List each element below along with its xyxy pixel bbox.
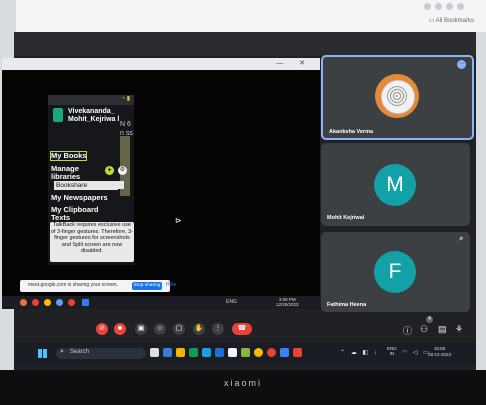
captions-button[interactable]: ▣: [135, 323, 147, 335]
mouse-cursor-icon: ⊳: [175, 216, 182, 225]
stop-sharing-button[interactable]: Stop sharing: [132, 282, 162, 290]
app-icon[interactable]: [293, 348, 302, 357]
emoji-button[interactable]: ☺: [154, 323, 166, 335]
menu-item-my-books[interactable]: My Books: [49, 151, 88, 161]
share-banner-text: meet.google.com is sharing your screen.: [28, 282, 119, 288]
app-icon[interactable]: [267, 348, 276, 357]
taskbar-clock[interactable]: 15:58 28-12-2023: [428, 346, 451, 357]
store-icon[interactable]: [215, 348, 224, 357]
phone-status-icons: ◔ ▮: [121, 96, 130, 102]
talkback-toast: TalkBack requires exclusive use of 3-fin…: [50, 222, 134, 262]
library-dropdown[interactable]: Bookshare: [54, 181, 118, 190]
app-icon[interactable]: [189, 348, 198, 357]
menu-item-my-clipboard-texts[interactable]: My Clipboard Texts: [51, 206, 101, 222]
hide-banner-link[interactable]: Hide: [166, 282, 176, 288]
search-placeholder: Search: [70, 349, 90, 355]
app-icon[interactable]: [228, 348, 237, 357]
language-indicator[interactable]: ENG IN: [387, 346, 397, 356]
phone-status-bar: ◔ ▮: [48, 95, 134, 105]
settings-icon[interactable]: ⚙: [118, 166, 127, 175]
document-icon: [118, 181, 124, 189]
laptop-brand-logo: xiaomi: [223, 378, 262, 388]
avatar-photo: [375, 74, 419, 118]
windows-start-icon[interactable]: [38, 349, 47, 358]
app-icon[interactable]: [32, 299, 39, 306]
more-button[interactable]: ⋮: [212, 323, 224, 335]
file-explorer-icon[interactable]: [176, 348, 185, 357]
menu-item-manage-libraries[interactable]: Manage libraries: [51, 165, 97, 181]
browser-profile-icons: [424, 3, 464, 10]
shared-window-titlebar: — ✕: [2, 58, 320, 70]
participant-name: Akanksha Verma: [329, 129, 374, 135]
shared-system-tray: ENG: [226, 299, 237, 305]
app-icon[interactable]: [68, 299, 75, 306]
meet-icon[interactable]: [82, 299, 89, 306]
window-controls[interactable]: — ✕: [276, 59, 312, 67]
leave-call-button[interactable]: ☎: [232, 323, 252, 335]
shared-clock: 3:58 PM 12/28/2023: [276, 297, 299, 307]
app-logo-icon: [53, 108, 63, 122]
user-name: Vivekananda_ Mohit_Kejriwa l: [68, 108, 120, 123]
edge-icon[interactable]: [202, 348, 211, 357]
participant-count-badge: 4: [426, 316, 433, 323]
mic-off-button[interactable]: ⊘: [96, 323, 108, 335]
activities-icon[interactable]: ⚘: [455, 324, 463, 335]
taskbar-search-input[interactable]: ⌕ Search: [56, 348, 146, 359]
people-icon[interactable]: ⚇: [420, 324, 428, 335]
search-icon: ⌕: [60, 348, 64, 355]
widgets-icon[interactable]: [163, 348, 172, 357]
more-options-icon[interactable]: ···: [457, 60, 466, 69]
chrome-icon[interactable]: [44, 299, 51, 306]
app-icon[interactable]: [241, 348, 250, 357]
all-bookmarks-link[interactable]: ▭ All Bookmarks: [429, 17, 474, 24]
avatar-initial: F: [374, 251, 416, 293]
screen-share-banner: meet.google.com is sharing your screen. …: [20, 280, 176, 292]
avatar-initial: M: [374, 164, 416, 206]
participant-name: Fathima Heena: [327, 302, 367, 308]
brave-icon[interactable]: [20, 299, 27, 306]
present-button[interactable]: ▢: [173, 323, 185, 335]
chrome-icon[interactable]: [254, 348, 263, 357]
participant-name: Mohit Kejriwal: [327, 215, 365, 221]
network-volume-icons[interactable]: ◠ ◁ ▭: [402, 349, 431, 356]
meet-header: [14, 32, 476, 56]
browser-top-bar: ▭ All Bookmarks: [16, 0, 486, 32]
raise-hand-button[interactable]: ✋: [193, 323, 205, 335]
camera-off-button[interactable]: ■: [114, 323, 126, 335]
chat-icon[interactable]: ▤: [438, 324, 447, 335]
app-icon[interactable]: [56, 299, 63, 306]
mic-off-icon: 🎤: [456, 238, 464, 244]
app-icon[interactable]: [280, 348, 289, 357]
meeting-info-icon[interactable]: ⓘ: [403, 324, 412, 337]
system-tray-icons[interactable]: ⌃ ☁ ◧ ↓: [340, 349, 379, 356]
add-library-icon[interactable]: +: [105, 166, 114, 175]
task-view-icon[interactable]: [150, 348, 159, 357]
menu-item-my-newspapers[interactable]: My Newspapers: [51, 194, 108, 202]
